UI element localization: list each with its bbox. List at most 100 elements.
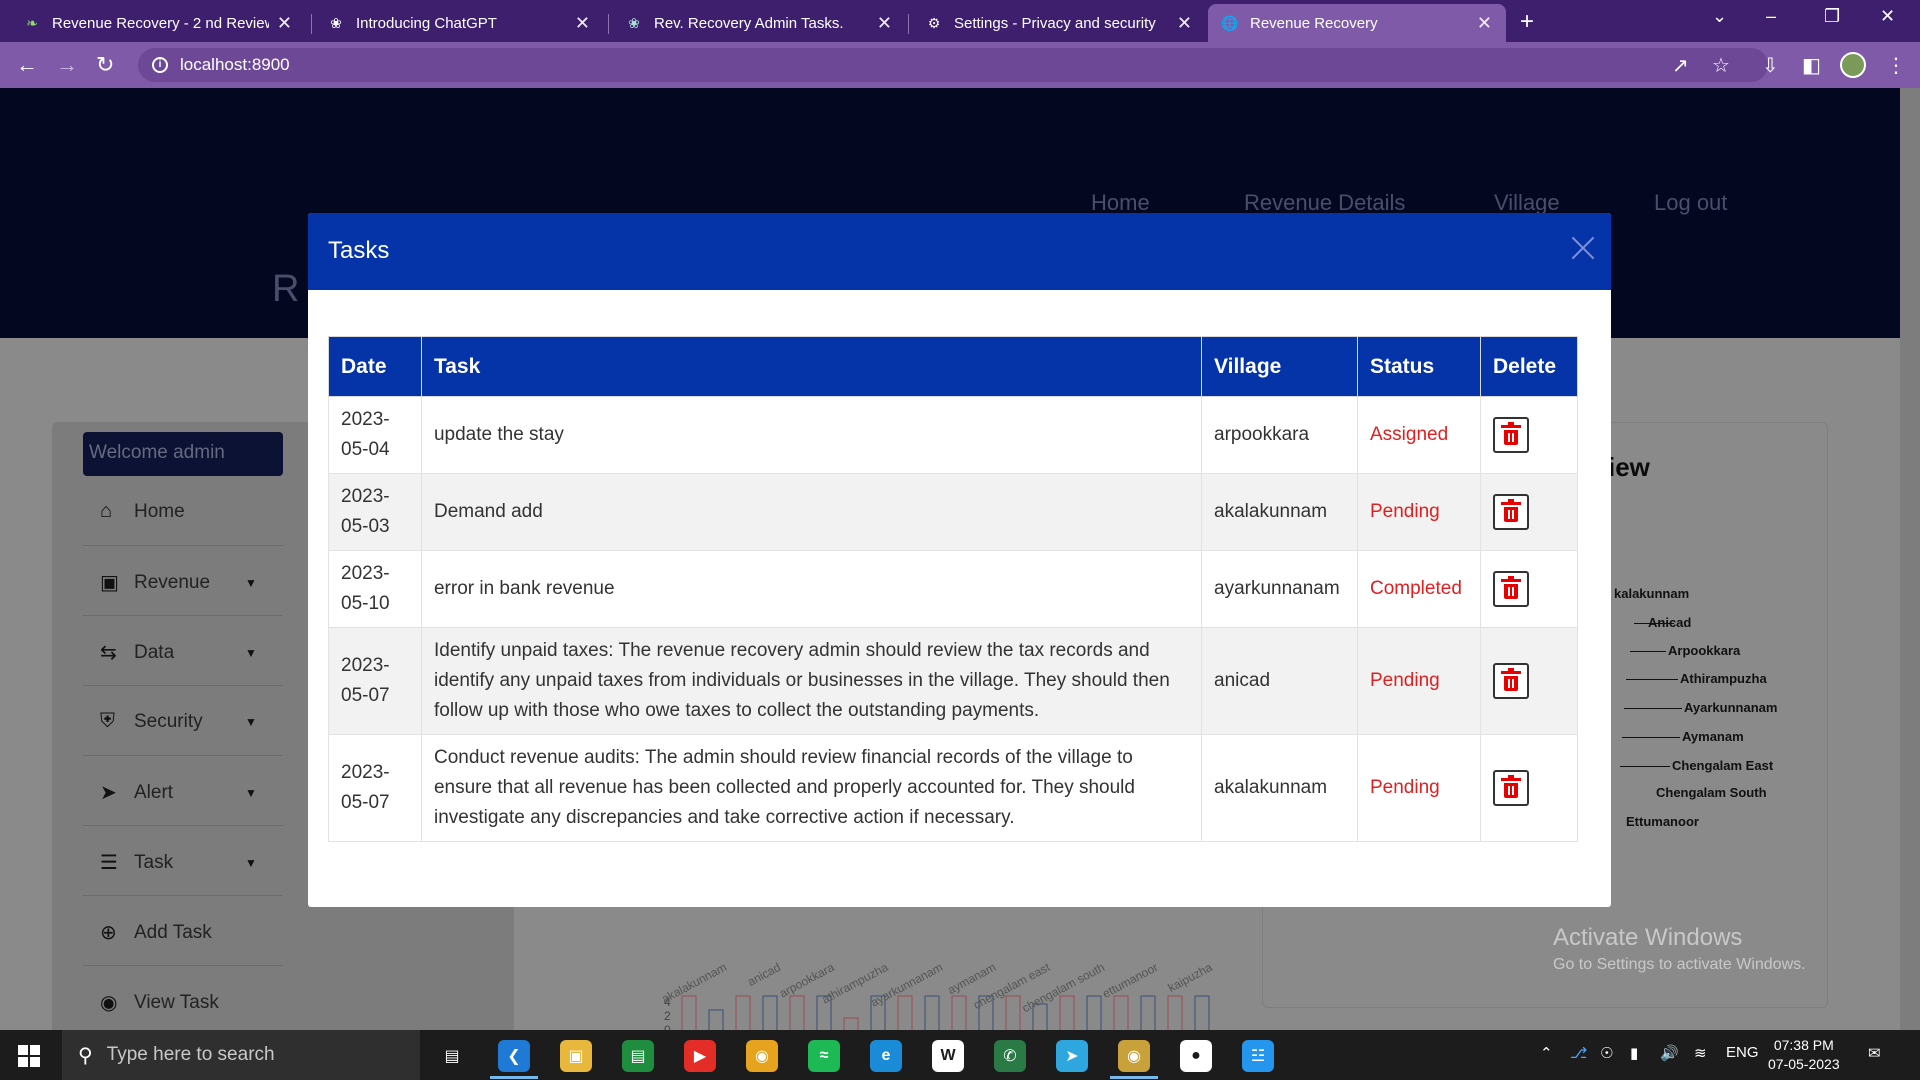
notifications-icon[interactable]: ✉ (1868, 1044, 1881, 1062)
classroom-icon[interactable]: ▤ (622, 1040, 654, 1072)
sidebar-item-security[interactable]: ⛨ Security ▼ (100, 710, 257, 733)
windows-start-icon[interactable] (18, 1045, 40, 1067)
trash-icon (1500, 499, 1521, 522)
running-app-indicator (1110, 1076, 1158, 1079)
page-scrollbar[interactable] (1900, 88, 1920, 1030)
close-window-icon[interactable]: ✕ (1880, 6, 1895, 27)
browser-tab[interactable]: ⚙ Settings - Privacy and security ✕ (912, 4, 1206, 42)
nav-logout-link[interactable]: Log out (1654, 190, 1727, 216)
close-tab-icon[interactable]: ✕ (1177, 13, 1192, 34)
chart-bar (924, 995, 940, 1030)
browser-tab-active[interactable]: 🌐 Revenue Recovery ✕ (1208, 4, 1506, 42)
column-header-village: Village (1201, 336, 1358, 397)
mongodb-icon[interactable]: ● (1180, 1040, 1212, 1072)
sidebar-item-view-task[interactable]: ◉ View Task (100, 990, 219, 1015)
browser-tab-label: Revenue Recovery - 2 nd Review (52, 14, 269, 32)
youtube-icon[interactable]: ▶ (684, 1040, 716, 1072)
cell-village: anicad (1201, 627, 1358, 735)
tab-divider (311, 14, 312, 34)
new-tab-button[interactable]: + (1520, 8, 1534, 36)
tasks-modal: Tasks Date Task Village Status Delete 20… (308, 213, 1611, 907)
docker-icon[interactable]: ☳ (1242, 1040, 1274, 1072)
minimize-icon[interactable]: – (1766, 6, 1776, 27)
chrome-icon[interactable]: ◉ (746, 1040, 778, 1072)
sidebar-item-add-task[interactable]: ⊕ Add Task (100, 920, 212, 945)
whatsapp-icon[interactable]: ✆ (994, 1040, 1026, 1072)
close-tab-icon[interactable]: ✕ (1477, 13, 1492, 34)
vscode-icon[interactable]: ❮ (498, 1040, 530, 1072)
chart-bar (1005, 995, 1021, 1030)
share-icon[interactable]: ↗ (1672, 53, 1689, 78)
browser-tab[interactable]: ❀ Introducing ChatGPT ✕ (314, 4, 604, 42)
taskbar-search-input[interactable]: ⚲ Type here to search (62, 1030, 420, 1080)
cell-date: 2023-05-03 (328, 473, 422, 551)
profile-avatar[interactable] (1840, 52, 1866, 78)
volume-icon[interactable]: 🔊 (1660, 1044, 1679, 1062)
sidebar-item-home[interactable]: ⌂ Home (100, 500, 185, 523)
chart-bar (1167, 995, 1183, 1030)
close-icon[interactable] (1568, 233, 1598, 263)
restore-icon[interactable]: ❐ (1824, 6, 1840, 27)
sidebar-divider (83, 825, 283, 826)
url-field[interactable]: i localhost:8900 (138, 48, 1768, 82)
delete-button[interactable] (1492, 417, 1529, 453)
watermark-subtitle: Go to Settings to activate Windows. (1553, 956, 1806, 973)
cell-status: Pending (1357, 473, 1481, 551)
bookmark-star-icon[interactable]: ☆ (1712, 53, 1730, 78)
sidebar-item-revenue[interactable]: ▣ Revenue ▼ (100, 570, 257, 595)
sidebar-item-alert[interactable]: ➤ Alert ▼ (100, 780, 257, 805)
taskbar-clock[interactable]: 07:38 PM 07-05-2023 (1768, 1036, 1840, 1074)
telegram-icon[interactable]: ➤ (1056, 1040, 1088, 1072)
cell-status: Pending (1357, 734, 1481, 842)
table-header-row: Date Task Village Status Delete (328, 336, 1579, 397)
sidebar-item-label: Data (134, 641, 175, 663)
sidebar-item-label: Add Task (134, 921, 212, 943)
y-tick-label: 0 (664, 1023, 671, 1030)
close-tab-icon[interactable]: ✕ (877, 13, 892, 34)
network-icon[interactable]: ☉ (1600, 1044, 1613, 1062)
spotify-icon[interactable]: ≈ (808, 1040, 840, 1072)
back-icon[interactable]: ← (16, 52, 38, 78)
bar-chart: 420 (620, 988, 1240, 1030)
download-icon[interactable]: ⇩ (1762, 53, 1779, 78)
tab-search-icon[interactable]: ⌄ (1712, 6, 1727, 27)
menu-kebab-icon[interactable]: ⋮ (1886, 53, 1906, 78)
chrome-profile-icon[interactable]: ◉ (1118, 1040, 1150, 1072)
cell-delete (1479, 396, 1579, 474)
delete-button[interactable] (1492, 770, 1529, 806)
sidebar-item-task[interactable]: ☰ Task ▼ (100, 850, 257, 875)
tab-divider (908, 14, 909, 34)
cell-village: akalakunnam (1201, 734, 1358, 842)
chevron-up-icon[interactable]: ⌃ (1540, 1044, 1553, 1062)
clock-time: 07:38 PM (1773, 1037, 1834, 1053)
column-header-delete: Delete (1479, 336, 1579, 397)
delete-button[interactable] (1492, 663, 1529, 699)
reload-icon[interactable]: ↻ (96, 52, 114, 78)
delete-button[interactable] (1492, 494, 1529, 530)
cell-status: Completed (1357, 550, 1481, 628)
close-tab-icon[interactable]: ✕ (277, 13, 292, 34)
wordweb-icon[interactable]: W (932, 1040, 964, 1072)
sidebar-item-data[interactable]: ⇆ Data ▼ (100, 640, 257, 665)
browser-tab-label: Rev. Recovery Admin Tasks. (654, 14, 844, 32)
address-bar-row: ← → ↻ i localhost:8900 ↗ ☆ ⇩ ◧ ⋮ (0, 42, 1920, 88)
delete-button[interactable] (1492, 571, 1529, 607)
task-view-icon[interactable]: ▤ (436, 1040, 468, 1072)
chart-bar (1140, 995, 1156, 1030)
column-header-task: Task (420, 336, 1203, 397)
cell-date: 2023-05-04 (328, 396, 422, 474)
bluetooth-icon[interactable]: ⎇ (1570, 1044, 1587, 1062)
cell-status: Assigned (1357, 396, 1481, 474)
browser-tab[interactable]: ❀ Rev. Recovery Admin Tasks. ✕ (612, 4, 906, 42)
edge-icon[interactable]: e (870, 1040, 902, 1072)
chart-bar (762, 995, 778, 1030)
site-info-icon[interactable]: i (152, 57, 168, 73)
forward-icon[interactable]: → (56, 52, 78, 78)
side-panel-icon[interactable]: ◧ (1802, 53, 1821, 78)
language-indicator[interactable]: ENG (1726, 1044, 1759, 1061)
browser-tab[interactable]: ❧ Revenue Recovery - 2 nd Review ✕ (10, 4, 306, 42)
close-tab-icon[interactable]: ✕ (575, 13, 590, 34)
battery-icon[interactable]: ▮ (1630, 1044, 1638, 1062)
file-explorer-icon[interactable]: ▣ (560, 1040, 592, 1072)
wifi-icon[interactable]: ≋ (1694, 1044, 1707, 1062)
